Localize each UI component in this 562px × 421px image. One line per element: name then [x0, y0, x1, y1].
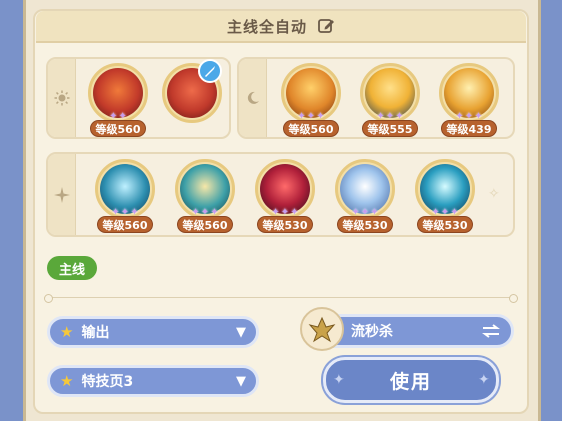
hero-slot[interactable]: ✦ ✦ ✦ 等级439 [437, 63, 501, 141]
role-select-label: 输出 [81, 325, 110, 341]
star-icon: ★ [60, 372, 74, 390]
hero-slot[interactable]: ✦ ✦ ✦ 等级555 [358, 63, 422, 141]
hero-slot[interactable]: ✦ ✦ ✦ 等级530 [253, 159, 317, 237]
caret-down-icon: ▼ [236, 373, 246, 389]
hero-level-badge: 等级555 [362, 120, 418, 137]
hero-slot[interactable]: ✦ ✦ ✦ 等级560 [279, 63, 343, 141]
skill-page-select[interactable]: ★ 特技页3 ▼ [47, 365, 259, 397]
hero-level-badge: 等级560 [90, 120, 146, 137]
section-divider [44, 294, 518, 303]
use-button[interactable]: 使用 [323, 357, 499, 403]
group-side-1 [48, 59, 76, 137]
hero-slot[interactable]: ✦ ✦ ✦ 等级560 [173, 159, 237, 237]
group-side-3 [48, 154, 76, 235]
sword-badge-icon [198, 59, 222, 83]
group-side-2 [239, 59, 267, 137]
moon-icon [247, 91, 259, 104]
panel-header: 主线全自动 [36, 11, 526, 43]
sparkle-icon: ✦ [478, 372, 490, 388]
hero-slot[interactable]: ✦ ✦ ✦ 等级530 [413, 159, 477, 237]
hero-slot[interactable]: ✦ ✦ ✦ 等级530 [333, 159, 397, 237]
strategy-label: 流秒杀 [351, 324, 393, 340]
star-icon: ★ [60, 323, 74, 341]
decor-sparkle-icon: ✧ [488, 186, 500, 202]
sun-icon [54, 90, 69, 106]
panel-title: 主线全自动 [226, 17, 307, 36]
edit-icon[interactable] [317, 17, 335, 35]
sparkle-icon [53, 186, 70, 203]
hero-level-badge: 等级530 [337, 216, 393, 233]
hero-level-badge: 等级530 [417, 216, 473, 233]
caret-down-icon: ▼ [236, 324, 246, 340]
hero-level-badge: 等级560 [97, 216, 153, 233]
role-select[interactable]: ★ 输出 ▼ [47, 316, 259, 348]
hero-level-badge: 等级560 [283, 120, 339, 137]
hero-level-badge: 等级530 [257, 216, 313, 233]
hero-slot[interactable]: ✦ ✦ ✦ 等级560 [93, 159, 157, 237]
hero-level-badge: 等级560 [177, 216, 233, 233]
swap-icon[interactable] [481, 324, 501, 338]
sparkle-icon: ✦ [333, 372, 345, 388]
emblem-icon [300, 307, 344, 351]
hero-level-badge: 等级439 [441, 120, 497, 137]
hero-slot[interactable] [160, 59, 224, 141]
skill-page-select-label: 特技页3 [81, 374, 134, 390]
mainline-tag[interactable]: 主线 [47, 256, 97, 280]
hero-slot[interactable]: ✦ ✦ 等级560 [86, 63, 150, 141]
